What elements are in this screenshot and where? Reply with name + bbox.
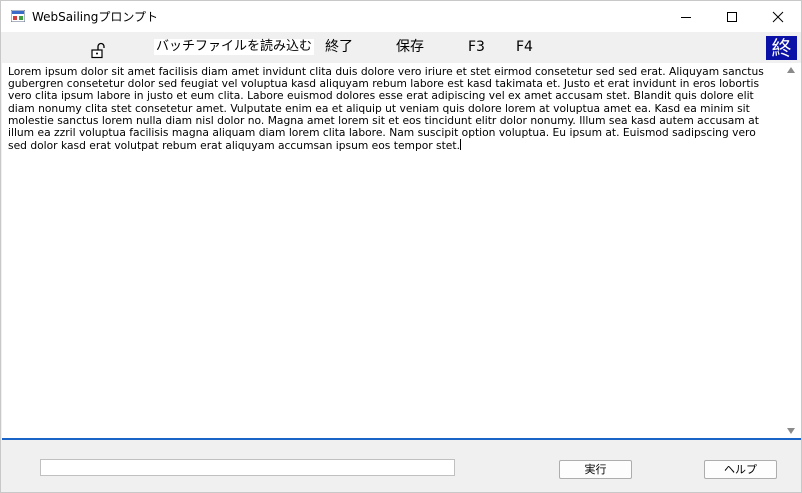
unlocked-padlock-icon[interactable] — [91, 42, 105, 59]
f4-button[interactable]: F4 — [516, 38, 533, 56]
command-input[interactable] — [40, 459, 455, 476]
run-button[interactable]: 実行 — [559, 460, 632, 479]
prompt-text-content[interactable]: Lorem ipsum dolor sit amet facilisis dia… — [8, 65, 774, 153]
end-badge-button[interactable]: 終 — [766, 36, 797, 60]
scroll-up-arrow-icon[interactable] — [787, 67, 795, 73]
end-button[interactable]: 終了 — [325, 38, 353, 56]
save-button[interactable]: 保存 — [396, 38, 424, 56]
app-window: WebSailingプロンプト バッチファイルを読み込む 終了 保存 F3 F4… — [0, 0, 802, 493]
minimize-icon — [681, 16, 691, 18]
maximize-icon — [727, 11, 737, 22]
close-button[interactable] — [755, 1, 801, 32]
vertical-scrollbar[interactable] — [783, 63, 800, 438]
window-title: WebSailingプロンプト — [32, 10, 158, 24]
scroll-down-arrow-icon[interactable] — [787, 428, 795, 434]
toolbar: バッチファイルを読み込む 終了 保存 F3 F4 終 — [1, 32, 801, 63]
minimize-button[interactable] — [663, 1, 709, 32]
f3-button[interactable]: F3 — [468, 38, 485, 56]
app-icon — [11, 10, 25, 22]
text-caret — [459, 139, 461, 151]
maximize-button[interactable] — [709, 1, 755, 32]
title-bar: WebSailingプロンプト — [1, 1, 801, 32]
close-icon — [772, 11, 784, 22]
prompt-text-area[interactable]: Lorem ipsum dolor sit amet facilisis dia… — [2, 63, 801, 440]
help-button[interactable]: ヘルプ — [704, 460, 777, 479]
load-batch-file-button[interactable]: バッチファイルを読み込む — [154, 39, 315, 55]
prompt-text: Lorem ipsum dolor sit amet facilisis dia… — [8, 65, 768, 153]
